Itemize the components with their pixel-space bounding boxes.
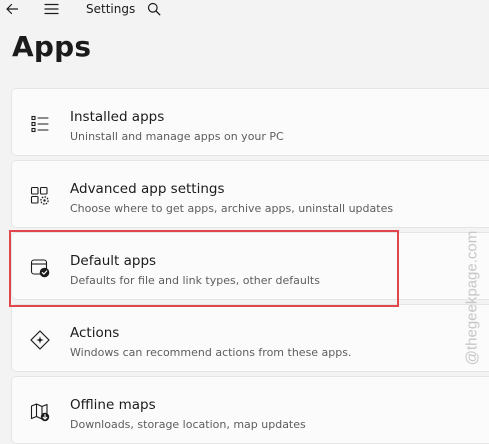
watermark-text: @thegeekpage.com	[463, 230, 481, 365]
item-description: Downloads, storage location, map updates	[70, 418, 306, 431]
item-title: Advanced app settings	[70, 181, 225, 197]
item-description: Windows can recommend actions from these…	[70, 346, 352, 359]
item-title: Actions	[70, 325, 120, 341]
item-description: Choose where to get apps, archive apps, …	[70, 202, 394, 215]
actions-item[interactable]: Actions Windows can recommend actions fr…	[11, 304, 489, 372]
item-description: Uninstall and manage apps on your PC	[70, 130, 284, 143]
list-icon	[29, 113, 51, 135]
actions-icon	[29, 329, 51, 351]
item-description: Defaults for file and link types, other …	[70, 274, 320, 287]
installed-apps-item[interactable]: Installed apps Uninstall and manage apps…	[11, 88, 489, 156]
default-apps-icon	[29, 257, 51, 279]
app-settings-icon	[29, 185, 51, 207]
title-bar: Settings	[0, 0, 489, 20]
watermark: @thegeekpage.com	[458, 205, 486, 390]
window-title: Settings	[86, 2, 136, 16]
search-icon[interactable]	[146, 1, 162, 17]
advanced-app-settings-item[interactable]: Advanced app settings Choose where to ge…	[11, 160, 489, 228]
item-title: Default apps	[70, 253, 157, 269]
hamburger-menu-icon[interactable]	[43, 1, 59, 17]
back-arrow-icon[interactable]	[4, 1, 20, 17]
map-icon	[29, 401, 51, 423]
page-title: Apps	[12, 30, 92, 63]
item-title: Offline maps	[70, 397, 156, 413]
item-title: Installed apps	[70, 109, 165, 125]
default-apps-item[interactable]: Default apps Defaults for file and link …	[11, 232, 489, 300]
